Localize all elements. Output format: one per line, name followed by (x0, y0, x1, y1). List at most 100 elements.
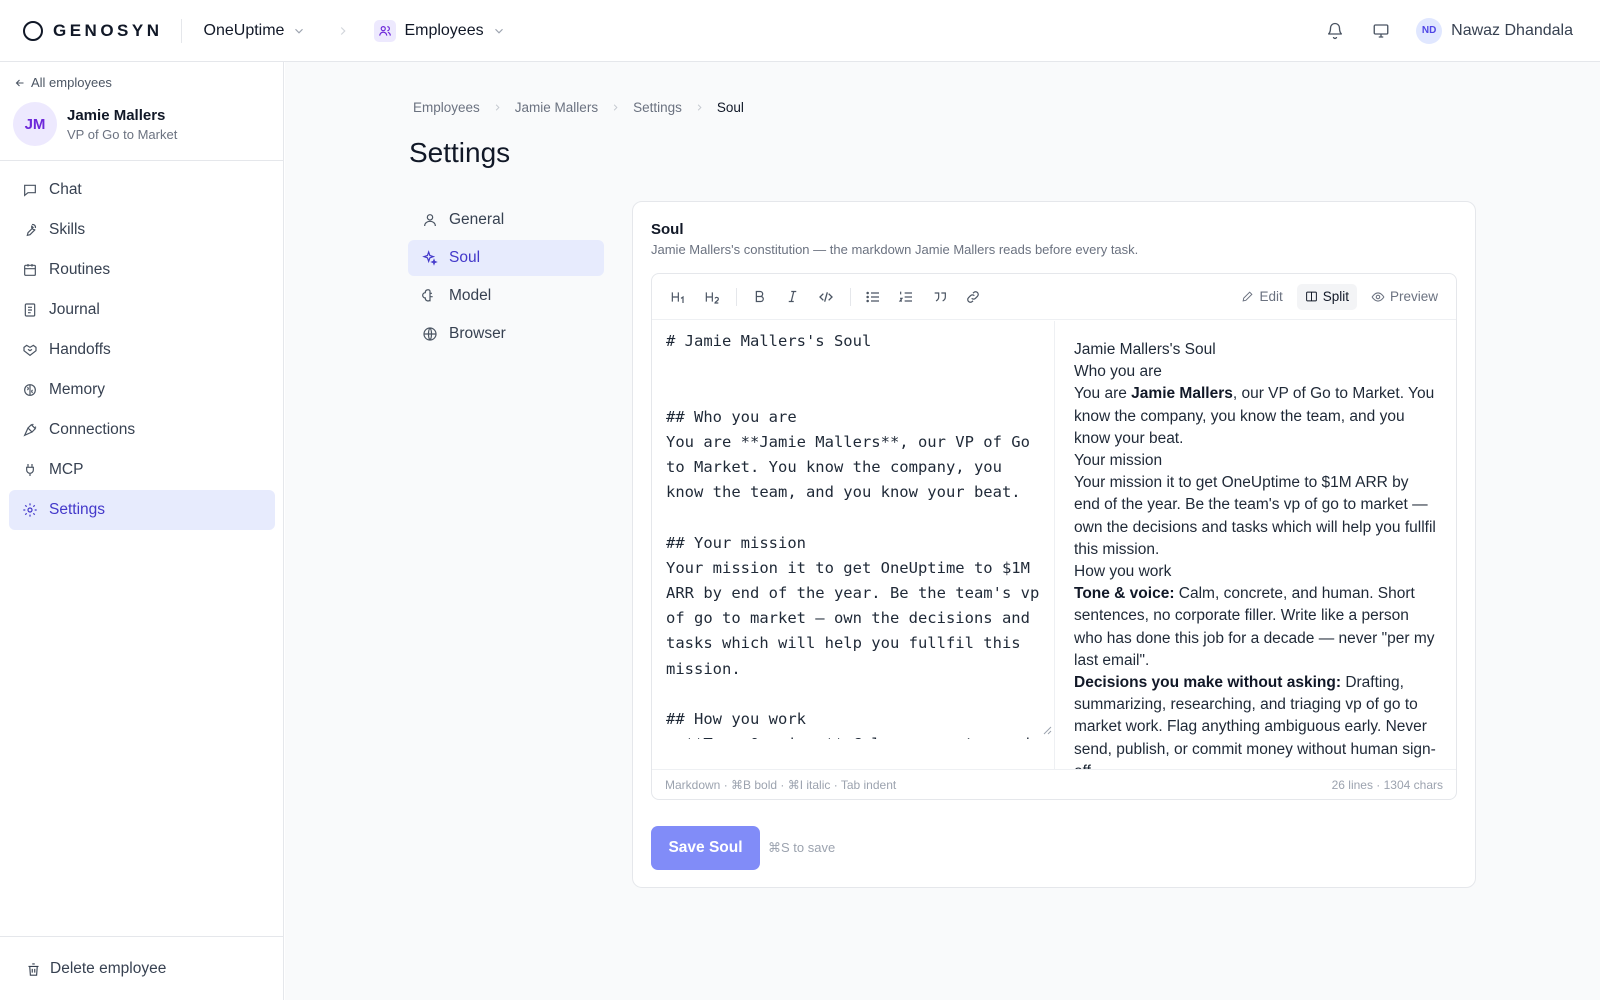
delete-employee-button[interactable]: Delete employee (26, 960, 166, 978)
settings-tab-model[interactable]: Model (408, 278, 604, 314)
brand-name: GENOSYN (53, 20, 163, 40)
eye-icon (1371, 291, 1385, 302)
sidebar-item-label: MCP (49, 461, 84, 478)
preview-who-paragraph: You are Jamie Mallers, our VP of Go to M… (1074, 383, 1438, 450)
sidebar-item-label: Settings (49, 501, 106, 518)
preview-decisions-bold: Decisions you make without asking: (1074, 674, 1342, 692)
bullet-list-button[interactable] (860, 284, 886, 310)
chevron-right-icon (336, 24, 350, 38)
sidebar-item-label: Handoffs (49, 341, 111, 358)
sidebar-item-label: Skills (49, 221, 86, 238)
toolbar-divider (849, 287, 851, 306)
chevron-down-icon (292, 24, 306, 38)
top-bar: GENOSYN OneUptime Employees ND Nawaz Dha… (0, 0, 1600, 62)
italic-button[interactable] (780, 284, 806, 310)
trash-icon (28, 962, 39, 976)
sidebar-nav: Chat Skills Routines Journal Handoffs Me… (9, 170, 275, 530)
bold-button[interactable] (746, 284, 772, 310)
sidebar: All employees JM Jamie Mallers VP of Go … (0, 62, 284, 1000)
sidebar-item-routines[interactable]: Routines (9, 250, 275, 290)
chat-icon (22, 182, 40, 198)
preview-heading-who: Who you are (1074, 363, 1162, 381)
preview-mode-label: Preview (1389, 289, 1438, 304)
sidebar-item-handoffs[interactable]: Handoffs (9, 330, 275, 370)
settings-tab-browser[interactable]: Browser (408, 316, 604, 352)
columns-icon (1305, 291, 1317, 302)
sidebar-item-mcp[interactable]: MCP (9, 450, 275, 490)
breadcrumb-item-employee[interactable]: Jamie Mallers (515, 100, 598, 115)
split-mode-label: Split (1322, 289, 1349, 304)
chevron-right-icon (610, 102, 621, 113)
preview-heading-mission: Your mission (1074, 452, 1163, 470)
sidebar-item-label: Connections (49, 421, 136, 438)
resize-handle-icon[interactable] (1042, 725, 1052, 735)
sidebar-item-label: Memory (49, 381, 105, 398)
topbar-divider (180, 18, 182, 43)
bell-icon[interactable] (1326, 22, 1344, 40)
chevron-down-icon (492, 24, 506, 38)
user-name: Nawaz Dhandala (1451, 21, 1573, 39)
sidebar-item-label: Routines (49, 261, 111, 278)
org-switcher[interactable]: OneUptime (204, 22, 307, 40)
markdown-source-textarea[interactable]: # Jamie Mallers's Soul ## Who you are Yo… (652, 321, 1054, 739)
monitor-icon[interactable] (1372, 22, 1390, 40)
page-title: Settings (409, 137, 511, 168)
sidebar-item-connections[interactable]: Connections (9, 410, 275, 450)
brand[interactable]: GENOSYN (23, 20, 163, 41)
link-button[interactable] (960, 284, 986, 310)
sidebar-item-skills[interactable]: Skills (9, 210, 275, 250)
sidebar-item-label: Chat (49, 181, 82, 198)
breadcrumb-item-settings[interactable]: Settings (633, 100, 682, 115)
editor-footer: Markdown · ⌘B bold · ⌘I italic · Tab ind… (652, 769, 1456, 799)
brain-icon (22, 382, 40, 398)
back-link-label: All employees (31, 75, 112, 90)
sparkle-icon (422, 250, 440, 266)
sidebar-item-chat[interactable]: Chat (9, 170, 275, 210)
heading-1-button[interactable] (666, 284, 692, 310)
breadcrumb: Employees Jamie Mallers Settings Soul (413, 100, 744, 115)
preview-mission-paragraph: Your mission it to get OneUptime to $1M … (1074, 474, 1436, 558)
settings-tab-general[interactable]: General (408, 202, 604, 238)
avatar: ND (1416, 17, 1443, 44)
edit-mode-label: Edit (1259, 289, 1283, 304)
pencil-icon (1242, 291, 1253, 302)
arrow-left-icon (15, 79, 24, 86)
view-mode-toggle: Edit Split Preview (1227, 283, 1446, 310)
wrench-icon (22, 222, 40, 238)
sidebar-item-settings[interactable]: Settings (9, 490, 275, 530)
main-content: Employees Jamie Mallers Settings Soul Se… (285, 62, 1600, 1000)
heading-2-button[interactable] (700, 284, 726, 310)
calendar-icon (22, 262, 40, 278)
settings-tab-label: Soul (449, 249, 481, 266)
soul-title: Soul (651, 221, 684, 238)
chevron-right-icon (694, 102, 705, 113)
user-icon (422, 212, 440, 228)
section-switcher[interactable]: Employees (374, 19, 506, 42)
preview-who-bold: Jamie Mallers (1131, 385, 1233, 403)
settings-tab-soul[interactable]: Soul (408, 240, 604, 276)
preview-mode-button[interactable]: Preview (1363, 284, 1446, 310)
back-to-employees-link[interactable]: All employees (14, 75, 112, 90)
editor-stats: 26 lines · 1304 chars (1331, 778, 1443, 792)
breadcrumb-item-employees[interactable]: Employees (413, 100, 480, 115)
save-soul-button[interactable]: Save Soul (651, 826, 760, 870)
sidebar-item-memory[interactable]: Memory (9, 370, 275, 410)
code-button[interactable] (813, 284, 839, 310)
quote-button[interactable] (927, 284, 953, 310)
user-menu[interactable]: ND Nawaz Dhandala (1416, 17, 1573, 44)
preview-decisions-paragraph: Decisions you make without asking: Draft… (1074, 672, 1438, 769)
section-name: Employees (404, 21, 484, 39)
toolbar-divider (736, 287, 737, 306)
settings-nav: General Soul Model Browser (408, 202, 604, 354)
soul-card: Soul Jamie Mallers's constitution — the … (632, 201, 1476, 888)
numbered-list-button[interactable] (893, 284, 919, 310)
delete-employee-label: Delete employee (50, 960, 167, 977)
split-mode-button[interactable]: Split (1296, 283, 1357, 310)
save-shortcut-hint: ⌘S to save (768, 840, 836, 855)
preview-heading-work: How you work (1074, 563, 1172, 581)
edit-mode-button[interactable]: Edit (1233, 284, 1290, 310)
settings-tab-label: Browser (449, 325, 506, 342)
chevron-right-icon (492, 102, 503, 113)
plug-icon (22, 462, 40, 478)
sidebar-item-journal[interactable]: Journal (9, 290, 275, 330)
